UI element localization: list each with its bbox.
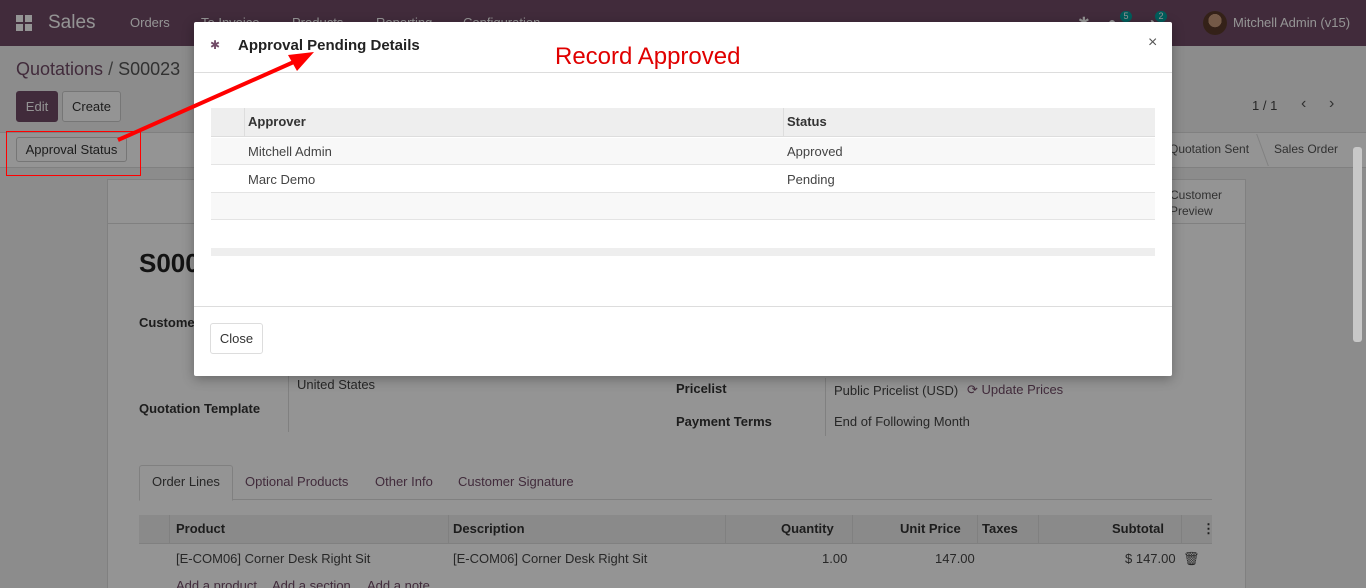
annotation-arrow xyxy=(117,52,314,142)
annotation-callout: Record Approved xyxy=(555,43,741,70)
